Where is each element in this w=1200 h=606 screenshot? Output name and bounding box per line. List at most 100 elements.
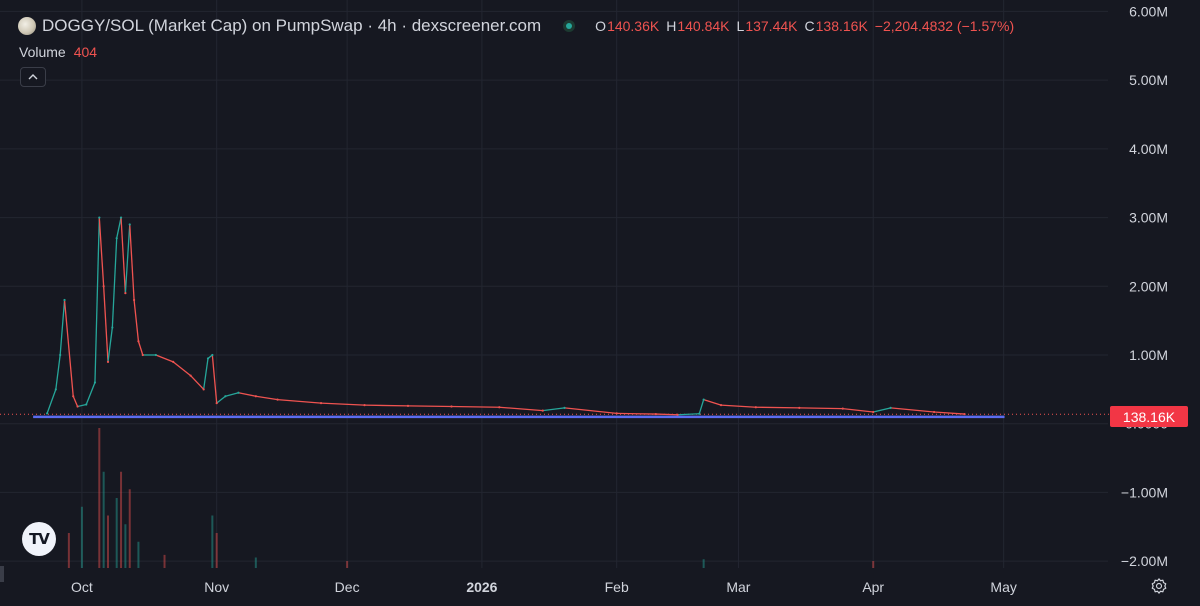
series-point xyxy=(46,412,49,415)
series-segment xyxy=(451,405,500,408)
tradingview-logo-icon[interactable]: TV xyxy=(22,522,56,556)
series-point xyxy=(154,353,157,357)
y-tick-label: 3.00M xyxy=(1129,210,1168,226)
series-point xyxy=(319,401,323,405)
series-point xyxy=(119,216,123,219)
series-point xyxy=(963,412,966,416)
volume-bar xyxy=(115,498,118,568)
series-segment xyxy=(85,382,96,405)
series-segment xyxy=(124,224,131,294)
series-segment xyxy=(698,399,705,414)
series-segment xyxy=(55,354,61,390)
settings-gear-icon[interactable] xyxy=(1150,577,1168,595)
series-segment xyxy=(703,399,722,406)
y-tick-label: −2.00M xyxy=(1121,553,1168,569)
series-segment xyxy=(211,354,218,404)
x-tick-label: May xyxy=(990,579,1016,595)
ohlc-open-value: 140.36K xyxy=(607,18,660,34)
ohlc-open-key: O xyxy=(595,18,607,34)
volume-legend: Volume 404 xyxy=(19,44,97,60)
x-tick-label: Apr xyxy=(862,579,884,595)
series-point xyxy=(841,407,844,410)
series-segment xyxy=(255,395,278,401)
series-segment xyxy=(407,405,452,408)
chart-title: DOGGY/SOL (Market Cap) on PumpSwap · 4h … xyxy=(42,16,542,35)
volume-bar xyxy=(702,559,705,568)
series-point xyxy=(719,404,723,407)
series-point xyxy=(93,381,97,384)
series-point xyxy=(211,353,214,357)
series-segment xyxy=(172,361,192,377)
series-point xyxy=(111,326,114,329)
series-segment xyxy=(59,299,66,356)
series-point xyxy=(206,357,210,360)
series-point xyxy=(132,298,136,302)
series-segment xyxy=(238,392,256,397)
series-point xyxy=(872,410,875,414)
series-segment xyxy=(216,395,226,404)
x-tick-label: Mar xyxy=(726,579,750,595)
x-tick-label: 2026 xyxy=(466,579,497,595)
series-point xyxy=(215,401,218,405)
series-segment xyxy=(116,217,122,239)
series-point xyxy=(406,404,410,407)
series-segment xyxy=(564,407,617,415)
series-segment xyxy=(799,407,843,410)
series-point xyxy=(237,391,240,394)
volume-bar xyxy=(254,557,257,568)
series-point xyxy=(76,405,79,408)
y-tick-label: 1.00M xyxy=(1129,347,1168,363)
series-segment xyxy=(190,375,205,390)
ohlc-close-key: C xyxy=(804,18,815,34)
series-point xyxy=(276,398,279,401)
series-point xyxy=(498,406,501,409)
series-point xyxy=(702,398,705,401)
series-point xyxy=(141,353,144,357)
price-chart[interactable]: 6.00M5.00M4.00M3.00M2.00M1.00M0.0000−1.0… xyxy=(0,0,1200,606)
series-segment xyxy=(934,411,965,415)
series-segment xyxy=(321,402,365,406)
series-segment xyxy=(103,286,109,362)
y-tick-label: 6.00M xyxy=(1129,3,1168,19)
last-price-tag: 138.16K xyxy=(1110,406,1188,427)
series-segment xyxy=(203,358,209,390)
ohlc-high-key: H xyxy=(666,18,677,34)
ohlc-low-key: L xyxy=(736,18,745,34)
series-point xyxy=(889,406,892,410)
series-point xyxy=(115,237,118,240)
series-point xyxy=(450,405,453,408)
series-segment xyxy=(755,406,800,409)
x-axis: Oct Nov Dec 2026 Feb Mar Apr May xyxy=(71,579,1017,595)
y-tick-label: 4.00M xyxy=(1129,141,1168,157)
series-point xyxy=(59,353,62,357)
series-point xyxy=(124,292,127,295)
series-point xyxy=(754,406,757,409)
series-segment xyxy=(98,217,105,287)
volume-bar xyxy=(98,428,101,568)
series-point xyxy=(98,216,101,219)
volume-bar xyxy=(67,533,70,568)
series-segment xyxy=(225,392,239,397)
volume-bar xyxy=(163,554,166,568)
volume-bar xyxy=(124,524,127,568)
scroll-marker[interactable] xyxy=(0,566,4,582)
market-cap-series xyxy=(46,216,966,416)
y-tick-label: 2.00M xyxy=(1129,278,1168,294)
series-point xyxy=(102,285,105,288)
collapse-chevron-icon xyxy=(28,74,38,80)
series-point xyxy=(85,403,88,406)
series-point xyxy=(698,412,701,415)
series-segment xyxy=(94,217,100,383)
y-tick-label: −1.00M xyxy=(1121,484,1168,500)
token-logo-icon xyxy=(18,17,36,35)
series-point xyxy=(676,413,679,416)
collapse-legend-button[interactable] xyxy=(20,67,46,87)
x-tick-label: Oct xyxy=(71,579,93,595)
volume-label: Volume xyxy=(19,44,66,60)
series-point xyxy=(932,410,936,414)
series-segment xyxy=(542,407,565,412)
series-segment xyxy=(277,399,322,404)
x-tick-label: Nov xyxy=(204,579,229,595)
series-point xyxy=(128,223,131,226)
volume-value: 404 xyxy=(73,44,98,60)
